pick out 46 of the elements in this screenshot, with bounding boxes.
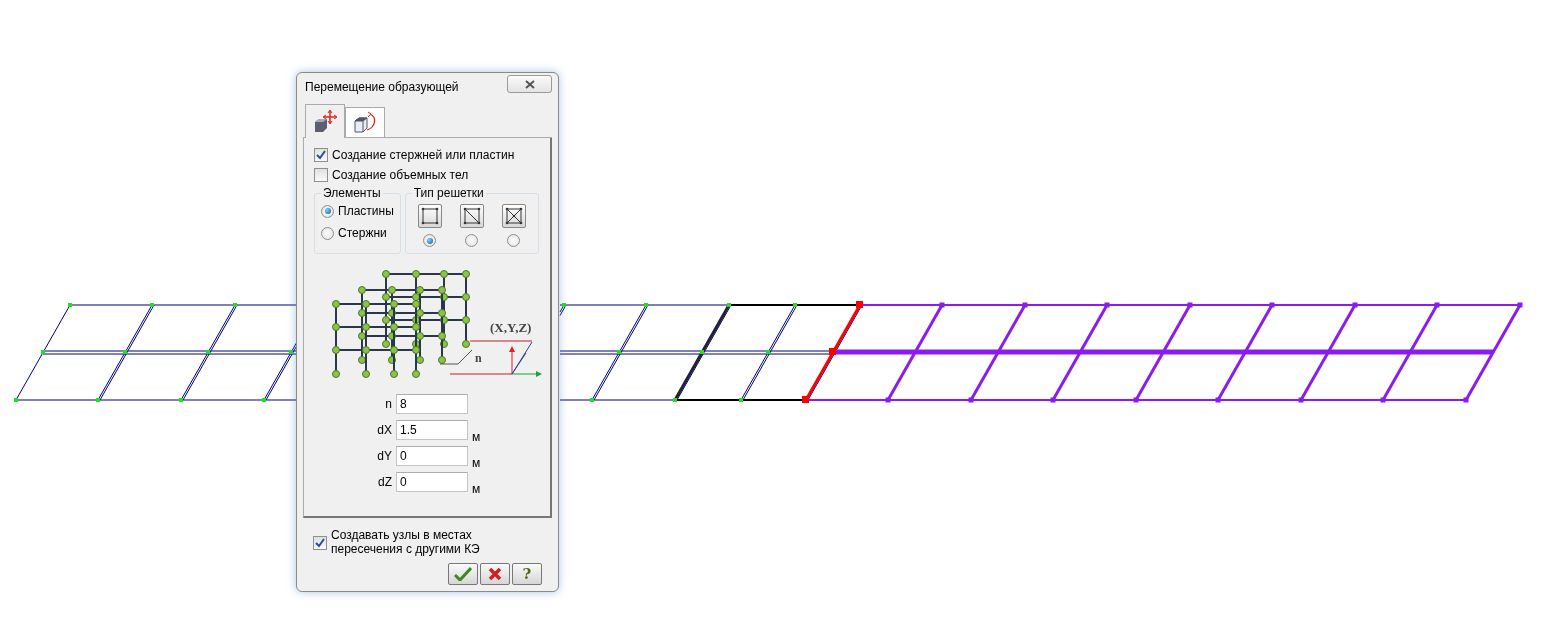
input-field[interactable]: 0 bbox=[396, 472, 468, 492]
radio-button[interactable] bbox=[321, 204, 334, 218]
point-label: (X,Y,Z) bbox=[490, 320, 532, 335]
radio-label: Пластины bbox=[338, 204, 394, 218]
checkbox-label: Создание объемных тел bbox=[332, 168, 469, 182]
cross-icon bbox=[488, 567, 502, 581]
ok-button[interactable] bbox=[448, 563, 478, 585]
checkbox[interactable] bbox=[314, 168, 328, 182]
input-field[interactable]: 0 bbox=[396, 446, 468, 466]
checkbox-label: Создавать узлы в местах пересечения с другими КЭ bbox=[331, 528, 481, 556]
cancel-button[interactable] bbox=[480, 563, 510, 585]
radio-button[interactable] bbox=[321, 226, 334, 240]
tab[interactable] bbox=[345, 107, 385, 137]
cross-lattice-icon bbox=[503, 206, 524, 226]
unit-label: м bbox=[472, 430, 482, 444]
square-lattice-icon bbox=[419, 206, 440, 226]
checkbox-label: Создание стержней или пластин bbox=[332, 148, 515, 162]
cube-with-curved-arrow-icon bbox=[352, 110, 378, 135]
cube-with-arrows-icon bbox=[312, 109, 338, 134]
close-button[interactable] bbox=[507, 75, 552, 93]
help-button[interactable]: ? bbox=[512, 563, 542, 585]
window-title: Перемещение образующей bbox=[304, 80, 459, 94]
radio-button[interactable] bbox=[465, 234, 479, 247]
group-title: Тип решетки bbox=[412, 186, 485, 200]
field-label: dX bbox=[376, 423, 392, 439]
unit-label: м bbox=[472, 456, 482, 470]
radio-button[interactable] bbox=[423, 234, 437, 247]
lattice-type-button[interactable] bbox=[459, 204, 484, 228]
field-label: n bbox=[384, 397, 392, 413]
unit-label: м bbox=[472, 482, 482, 496]
input-field[interactable]: 1.5 bbox=[396, 420, 468, 440]
checkbox[interactable] bbox=[314, 148, 328, 162]
radio-label: Стержни bbox=[338, 226, 387, 240]
close-icon bbox=[524, 79, 535, 89]
lattice-type-button[interactable] bbox=[417, 204, 442, 228]
checkbox[interactable] bbox=[313, 536, 327, 550]
checkmark-icon bbox=[454, 567, 472, 581]
tab[interactable] bbox=[305, 104, 345, 138]
diagonal-lattice-icon bbox=[461, 206, 482, 226]
lattice-type-button[interactable] bbox=[501, 204, 526, 228]
field-label: dY bbox=[376, 449, 392, 465]
input-field[interactable]: 8 bbox=[396, 394, 468, 414]
count-label: n bbox=[475, 351, 482, 365]
field-label: dZ bbox=[377, 475, 392, 491]
radio-button[interactable] bbox=[507, 234, 521, 247]
group-title: Элементы bbox=[322, 186, 382, 200]
